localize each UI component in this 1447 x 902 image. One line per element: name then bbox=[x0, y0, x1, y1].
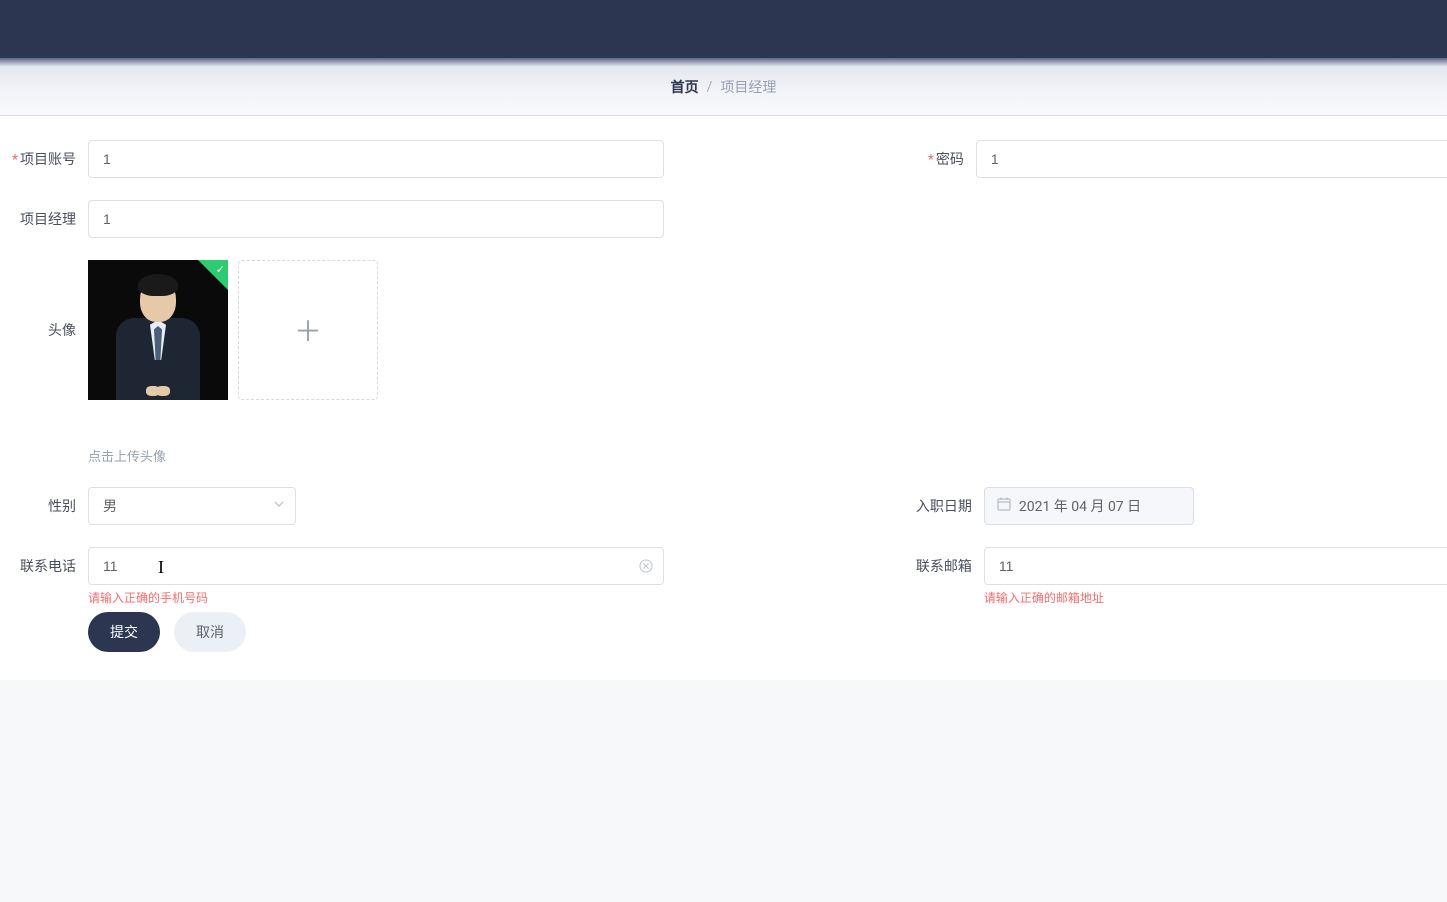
label-phone: 联系电话 bbox=[0, 547, 88, 576]
avatar-hint: 点击上传头像 bbox=[88, 446, 796, 465]
chevron-down-icon bbox=[273, 498, 285, 514]
label-password: *密码 bbox=[796, 140, 976, 169]
avatar-thumbnail[interactable]: ✓ bbox=[88, 260, 228, 400]
hire-date-picker[interactable]: 2021 年 04 月 07 日 bbox=[984, 487, 1194, 525]
phone-input[interactable] bbox=[88, 547, 664, 585]
top-nav-bar bbox=[0, 0, 1447, 58]
account-input[interactable] bbox=[88, 140, 664, 178]
submit-button[interactable]: 提交 bbox=[88, 612, 160, 652]
password-input[interactable] bbox=[976, 140, 1447, 178]
gender-value: 男 bbox=[103, 496, 117, 516]
label-email: 联系邮箱 bbox=[796, 547, 984, 576]
avatar-portrait bbox=[108, 270, 208, 400]
form-container: *项目账号 *密码 项目经理 头像 bbox=[0, 116, 1447, 680]
label-manager: 项目经理 bbox=[0, 200, 88, 229]
label-account: *项目账号 bbox=[0, 140, 88, 169]
label-avatar: 头像 bbox=[0, 260, 88, 340]
breadcrumb-home[interactable]: 首页 bbox=[671, 77, 699, 97]
breadcrumb: 首页 / 项目经理 bbox=[0, 58, 1447, 116]
gender-select[interactable]: 男 bbox=[88, 487, 296, 525]
breadcrumb-separator: / bbox=[707, 79, 713, 95]
phone-error: 请输入正确的手机号码 bbox=[88, 589, 796, 606]
avatar-upload-box[interactable]: ＋ bbox=[238, 260, 378, 400]
email-input[interactable] bbox=[984, 547, 1447, 585]
manager-input[interactable] bbox=[88, 200, 664, 238]
clear-icon[interactable] bbox=[638, 558, 654, 574]
label-hire-date: 入职日期 bbox=[796, 487, 984, 516]
calendar-icon bbox=[997, 497, 1011, 515]
email-error: 请输入正确的邮箱地址 bbox=[984, 589, 1447, 606]
label-gender: 性别 bbox=[0, 487, 88, 516]
cancel-button[interactable]: 取消 bbox=[174, 612, 246, 652]
check-icon: ✓ bbox=[216, 263, 225, 276]
plus-icon: ＋ bbox=[294, 310, 322, 350]
breadcrumb-current: 项目经理 bbox=[720, 77, 776, 97]
hire-date-value: 2021 年 04 月 07 日 bbox=[1019, 496, 1141, 516]
